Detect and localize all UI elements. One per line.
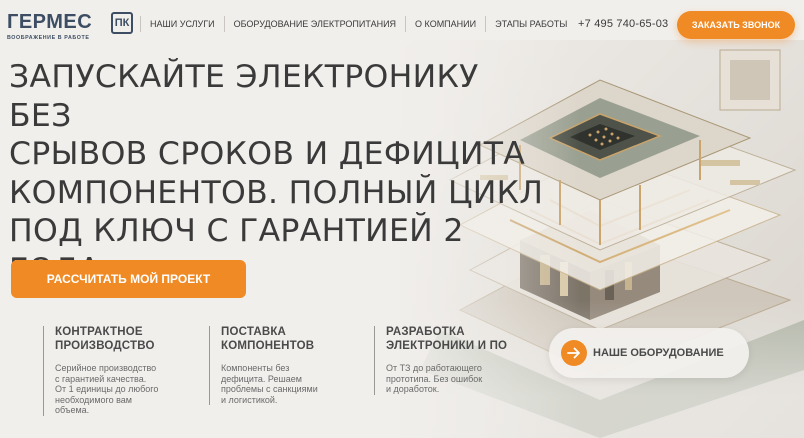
feature-desc-line: объема. — [55, 405, 90, 415]
feature-title-line: КОМПОНЕНТОВ — [221, 339, 315, 352]
logo-tagline: ВООБРАЖЕНИЕ В РАБОТЕ — [7, 35, 90, 41]
hero-headline-line: ЗАПУСКАЙТЕ ЭЛЕКТРОНИКУ БЕЗ — [9, 59, 479, 134]
logo[interactable]: ГЕРМЕС ПК ВООБРАЖЕНИЕ В РАБОТЕ — [7, 11, 135, 43]
feature-title-line: РАЗРАБОТКА — [386, 326, 465, 338]
feature-desc-line: От 1 единицы до любого — [55, 384, 159, 394]
feature-desc-line: прототипа. Без ошибок — [386, 373, 483, 384]
feature-title-line: КОНТРАКТНОЕ — [55, 326, 143, 338]
hero-headline-line: СРЫВОВ СРОКОВ И ДЕФИЦИТА — [9, 136, 526, 172]
feature-desc-line: и доработок. — [386, 384, 440, 394]
logo-badge: ПК — [111, 12, 133, 34]
main-nav: НАШИ УСЛУГИ ОБОРУДОВАНИЕ ЭЛЕКТРОПИТАНИЯ … — [140, 16, 576, 32]
feature-description: Серийное производство с гарантией качест… — [55, 363, 158, 416]
feature-title-line: ПРОИЗВОДСТВО — [55, 339, 155, 352]
feature-contract-manufacturing: КОНТРАКТНОЕ ПРОИЗВОДСТВО Серийное произв… — [43, 326, 158, 416]
our-equipment-label: НАШЕ ОБОРУДОВАНИЕ — [593, 347, 724, 359]
feature-title-line: ЭЛЕКТРОНИКИ И ПО — [386, 339, 508, 352]
feature-desc-line: дефицита. Решаем — [221, 373, 302, 384]
feature-desc-line: Серийное производство — [55, 363, 157, 373]
order-call-button[interactable]: ЗАКАЗАТЬ ЗВОНОК — [677, 11, 795, 39]
logo-wordmark: ГЕРМЕС — [7, 11, 93, 33]
nav-item-power-equipment[interactable]: ОБОРУДОВАНИЕ ЭЛЕКТРОПИТАНИЯ — [225, 16, 405, 32]
nav-item-services[interactable]: НАШИ УСЛУГИ — [141, 16, 224, 32]
feature-electronics-development: РАЗРАБОТКА ЭЛЕКТРОНИКИ И ПО От ТЗ до раб… — [374, 326, 507, 395]
feature-description: Компоненты без дефицита. Решаем проблемы… — [221, 363, 318, 405]
feature-desc-line: необходимого вам — [55, 394, 132, 405]
feature-title: ПОСТАВКА КОМПОНЕНТОВ — [221, 326, 318, 353]
feature-desc-line: проблемы с санкциями — [221, 384, 318, 394]
nav-item-work-stages[interactable]: ЭТАПЫ РАБОТЫ — [486, 16, 576, 32]
feature-description: От ТЗ до работающего прототипа. Без ошиб… — [386, 363, 507, 395]
phone-link[interactable]: +7 495 740-65-03 — [578, 18, 668, 30]
feature-desc-line: с гарантией качества. — [55, 373, 147, 384]
feature-component-supply: ПОСТАВКА КОМПОНЕНТОВ Компоненты без дефи… — [209, 326, 318, 405]
feature-desc-line: Компоненты без — [221, 363, 290, 373]
feature-title-line: ПОСТАВКА — [221, 326, 287, 338]
hero-headline-line: ПОД КЛЮЧ С ГАРАНТИЕЙ 2 — [9, 213, 464, 249]
calculate-project-button[interactable]: РАССЧИТАТЬ МОЙ ПРОЕКТ — [11, 260, 246, 298]
feature-title: РАЗРАБОТКА ЭЛЕКТРОНИКИ И ПО — [386, 326, 507, 353]
nav-item-about[interactable]: О КОМПАНИИ — [406, 16, 485, 32]
feature-desc-line: и логистикой. — [221, 394, 278, 405]
hero-headline: ЗАПУСКАЙТЕ ЭЛЕКТРОНИКУ БЕЗ СРЫВОВ СРОКОВ… — [9, 58, 549, 289]
site-header: ГЕРМЕС ПК ВООБРАЖЕНИЕ В РАБОТЕ НАШИ УСЛУ… — [0, 0, 804, 50]
feature-title: КОНТРАКТНОЕ ПРОИЗВОДСТВО — [55, 326, 158, 353]
arrow-right-icon — [561, 340, 587, 366]
feature-desc-line: От ТЗ до работающего — [386, 363, 482, 373]
hero-headline-line: КОМПОНЕНТОВ. ПОЛНЫЙ ЦИКЛ — [9, 174, 544, 211]
our-equipment-button[interactable]: НАШЕ ОБОРУДОВАНИЕ — [549, 328, 749, 378]
